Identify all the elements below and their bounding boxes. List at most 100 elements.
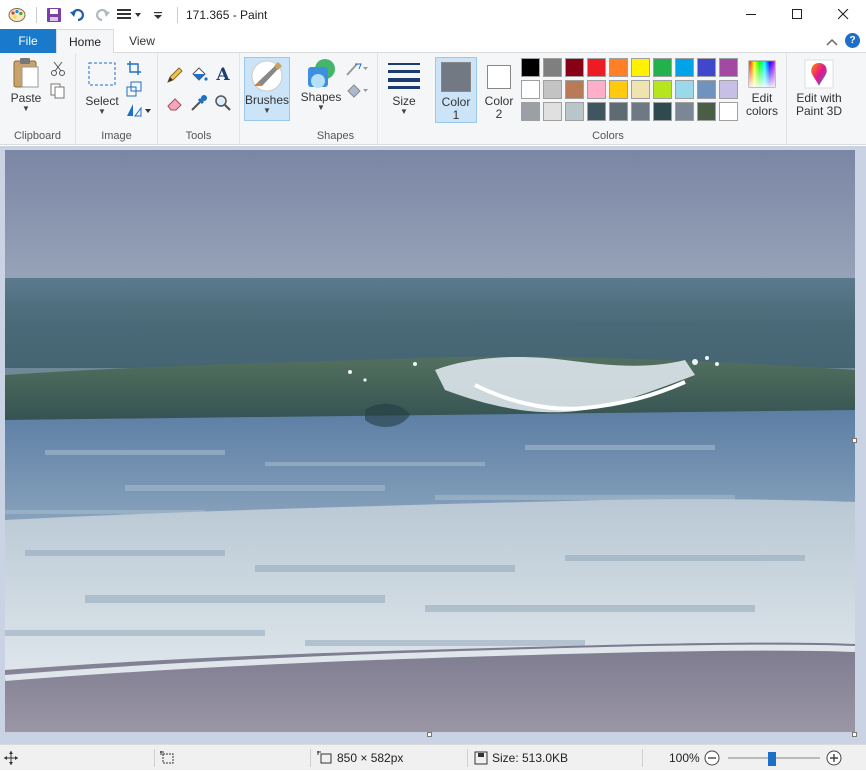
edit-with-paint3d-button[interactable]: Edit with Paint 3D [791, 59, 847, 118]
palette-swatch[interactable] [675, 80, 694, 99]
paint-app-icon[interactable] [6, 4, 28, 26]
file-size: Size: 513.0KB [474, 745, 568, 771]
ribbon-tabs: File Home View ? [0, 29, 866, 54]
palette-swatch[interactable] [521, 102, 540, 121]
color-palette [521, 58, 741, 124]
palette-swatch[interactable] [565, 80, 584, 99]
text-tool-icon[interactable]: A [213, 65, 233, 85]
edit-colors-button[interactable]: Edit colors [741, 59, 783, 118]
color1-button[interactable]: Color 1 [435, 57, 477, 123]
zoom-in-button[interactable] [826, 745, 842, 771]
tab-view[interactable]: View [114, 29, 170, 53]
palette-swatch[interactable] [653, 102, 672, 121]
image-group-label: Image [101, 130, 132, 142]
maximize-button[interactable] [774, 0, 820, 29]
save-icon[interactable] [43, 4, 65, 26]
color-picker-icon[interactable] [189, 93, 209, 113]
chevron-down-icon: ▼ [400, 107, 408, 116]
image-size-icon [317, 751, 332, 764]
color2-button[interactable]: Color 2 [479, 57, 519, 121]
palette-swatch[interactable] [697, 102, 716, 121]
canvas-area[interactable] [0, 146, 866, 744]
palette-swatch[interactable] [719, 58, 738, 77]
palette-swatch[interactable] [631, 80, 650, 99]
color1-swatch [441, 62, 471, 92]
clipboard-group: Paste ▼ Clipboard [0, 53, 76, 145]
ocean-wave-painting [5, 150, 855, 732]
undo-icon[interactable] [67, 4, 89, 26]
eraser-icon[interactable] [165, 93, 185, 113]
zoom-out-button[interactable] [704, 745, 720, 771]
crop-icon[interactable] [124, 58, 144, 78]
outline-icon[interactable] [344, 59, 370, 79]
palette-swatch[interactable] [521, 80, 540, 99]
resize-handle-right[interactable] [852, 438, 857, 443]
colors-group: Color 1 Color 2 Edit colors Colors [430, 53, 787, 145]
select-button[interactable]: Select ▼ [82, 61, 122, 116]
shapes-group: Shapes ▼ Shapes [294, 53, 378, 145]
color1-number: 1 [452, 108, 460, 122]
resize-handle-corner[interactable] [852, 732, 857, 737]
image-canvas[interactable] [5, 150, 855, 732]
separator [177, 6, 178, 23]
palette-swatch[interactable] [719, 102, 738, 121]
file-size-text: Size: 513.0KB [492, 751, 569, 765]
magnifier-icon[interactable] [213, 93, 233, 113]
disk-icon [474, 751, 488, 765]
pencil-icon[interactable] [165, 65, 185, 85]
palette-swatch[interactable] [565, 102, 584, 121]
separator [467, 749, 468, 767]
palette-swatch[interactable] [631, 58, 650, 77]
fill-bucket-icon[interactable] [189, 65, 209, 85]
palette-swatch[interactable] [521, 58, 540, 77]
customize-toolbar-icon[interactable] [115, 4, 145, 26]
separator [154, 749, 155, 767]
palette-swatch[interactable] [609, 102, 628, 121]
window-title: 171.365 - Paint [186, 7, 268, 22]
resize-handle-bottom[interactable] [427, 732, 432, 737]
palette-swatch[interactable] [543, 80, 562, 99]
palette-swatch[interactable] [543, 58, 562, 77]
paste-button[interactable]: Paste ▼ [6, 57, 46, 113]
palette-swatch[interactable] [675, 102, 694, 121]
cursor-position-icon [4, 745, 18, 771]
resize-icon[interactable] [124, 79, 144, 99]
palette-swatch[interactable] [675, 58, 694, 77]
title-bar: 171.365 - Paint [0, 0, 866, 29]
selection-size-icon [160, 745, 176, 771]
chevron-down-icon: ▼ [22, 104, 30, 113]
palette-swatch[interactable] [609, 80, 628, 99]
palette-swatch[interactable] [587, 58, 606, 77]
palette-swatch[interactable] [719, 80, 738, 99]
fill-icon[interactable] [344, 81, 370, 101]
collapse-ribbon-icon[interactable] [826, 35, 838, 49]
tab-file[interactable]: File [0, 29, 56, 53]
minimize-button[interactable] [728, 0, 774, 29]
rotate-icon[interactable] [124, 100, 154, 120]
help-icon[interactable]: ? [845, 33, 860, 48]
tab-home[interactable]: Home [56, 29, 114, 54]
brushes-button[interactable]: Brushes ▼ [244, 57, 290, 121]
chevron-down-icon: ▼ [98, 107, 106, 116]
close-button[interactable] [820, 0, 866, 29]
shapes-button[interactable]: Shapes ▼ [300, 57, 342, 112]
cut-icon[interactable] [48, 59, 68, 79]
palette-swatch[interactable] [653, 80, 672, 99]
palette-swatch[interactable] [631, 102, 650, 121]
separator [642, 749, 643, 767]
palette-swatch[interactable] [697, 80, 716, 99]
shapes-icon [308, 59, 335, 88]
size-button[interactable]: Size ▼ [384, 61, 424, 116]
palette-swatch[interactable] [697, 58, 716, 77]
palette-swatch[interactable] [609, 58, 628, 77]
palette-swatch[interactable] [543, 102, 562, 121]
palette-swatch[interactable] [653, 58, 672, 77]
redo-icon[interactable] [91, 4, 113, 26]
palette-swatch[interactable] [587, 102, 606, 121]
paint3d-group: Edit with Paint 3D [787, 53, 851, 145]
zoom-slider[interactable] [728, 745, 820, 771]
palette-swatch[interactable] [565, 58, 584, 77]
copy-icon[interactable] [48, 81, 68, 101]
dropdown-arrow-icon[interactable] [147, 4, 169, 26]
palette-swatch[interactable] [587, 80, 606, 99]
